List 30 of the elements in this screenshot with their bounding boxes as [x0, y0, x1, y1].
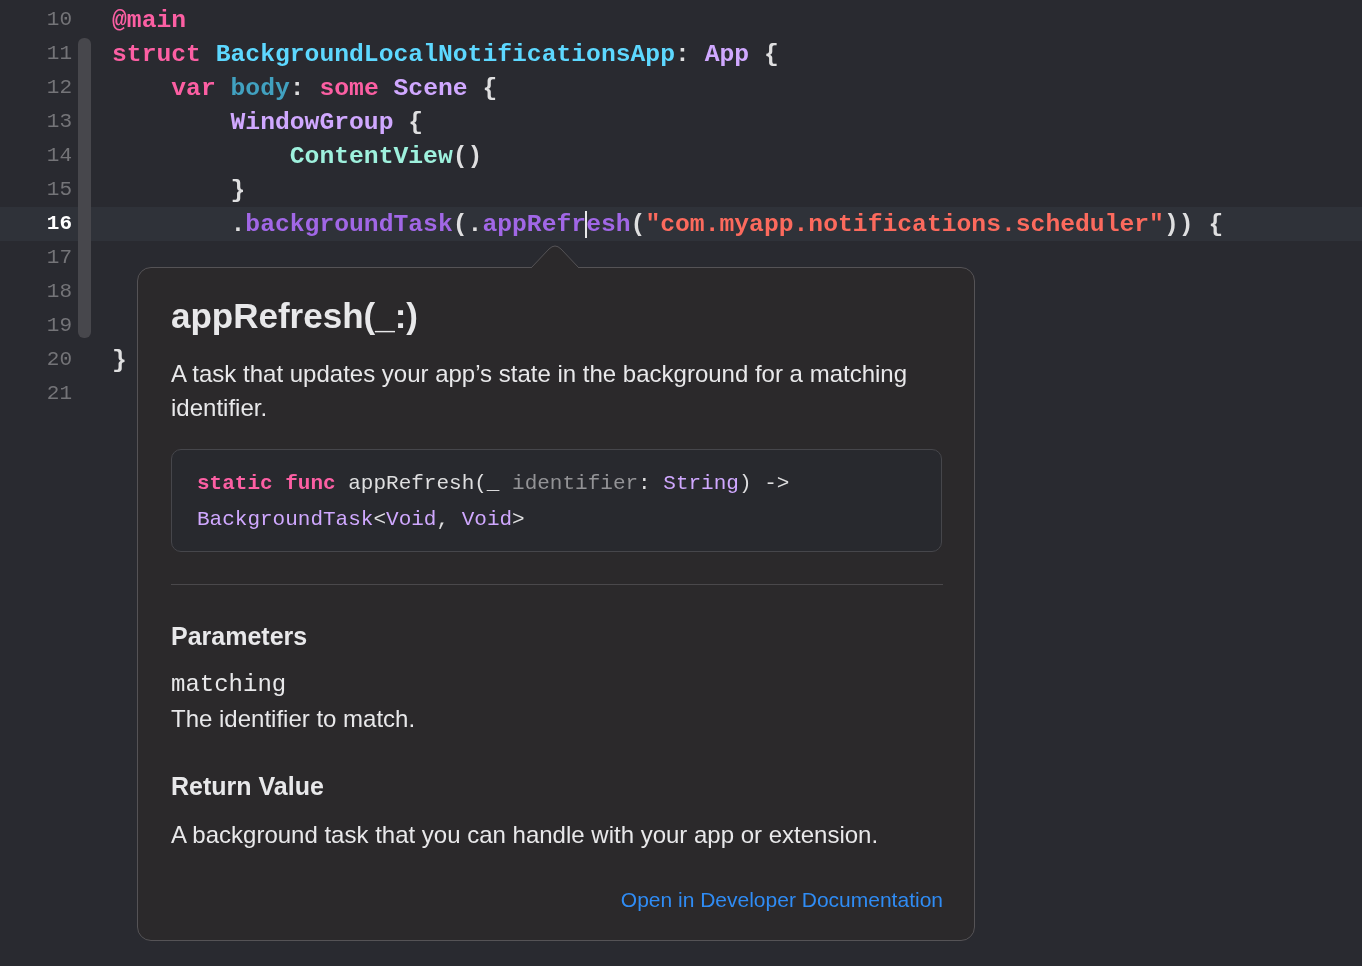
declaration-code: static func appRefresh(_ identifier: String) -> BackgroundTask<Void, Void> [171, 449, 942, 552]
text-cursor [585, 210, 588, 238]
code-line: } [112, 345, 127, 376]
line-number: 18 [45, 279, 72, 306]
documentation-link[interactable]: Open in Developer Documentation [620, 887, 943, 913]
line-number: 14 [45, 143, 72, 170]
line-number: 10 [45, 7, 72, 34]
section-heading: Parameters [171, 621, 309, 651]
parameter-description: The identifier to match. [171, 704, 417, 734]
code-line: ContentView() [288, 141, 483, 172]
line-number: 16 [45, 211, 72, 238]
return-description: A background task that you can handle with your app or extension. [171, 820, 880, 850]
line-number: 20 [45, 347, 72, 374]
line-number: 17 [45, 245, 72, 272]
code-line: struct BackgroundLocalNotificationsApp: App { [112, 39, 779, 70]
code-line: } [229, 175, 246, 206]
parameter-name: matching [171, 670, 288, 700]
code-line: var body: some Scene { [170, 73, 498, 104]
code-line: .backgroundTask(.appRefresh("com.myapp.notifications.scheduler")) { [229, 209, 1224, 240]
summary-text: A task that updates your app’s state in the background for a matching identifier. [171, 359, 909, 423]
popover-title: appRefresh(_:) [171, 296, 419, 336]
line-number: 19 [45, 313, 72, 340]
section-heading: Return Value [171, 771, 325, 801]
line-number: 12 [45, 75, 72, 102]
code-line: @main [112, 5, 187, 36]
code-line: WindowGroup { [229, 107, 424, 138]
line-number: 21 [45, 381, 72, 408]
line-number: 13 [45, 109, 72, 136]
line-number: 11 [45, 41, 72, 68]
line-number: 15 [45, 177, 72, 204]
